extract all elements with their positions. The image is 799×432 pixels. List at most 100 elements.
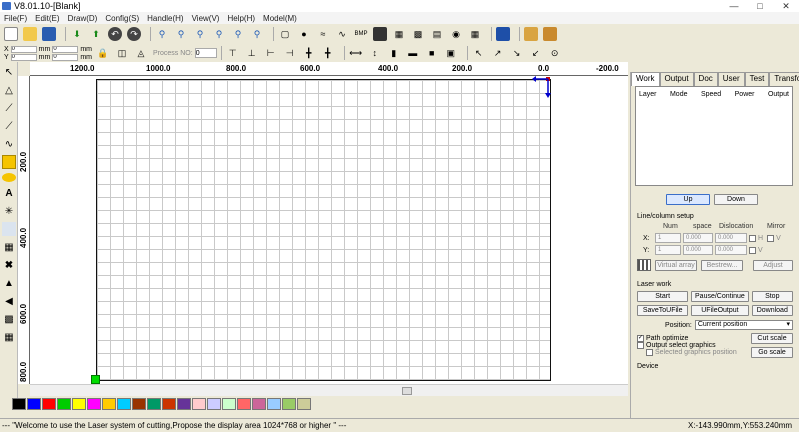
palette-swatch[interactable] [147,398,161,410]
node-tool-icon[interactable]: △ [2,83,16,97]
curve-icon[interactable]: ∿ [335,27,349,41]
cut-path-icon[interactable]: ▤ [430,27,444,41]
tab-doc[interactable]: Doc [693,72,718,86]
same-height-icon[interactable]: ▬ [406,46,420,60]
center-h-icon[interactable]: ╋ [302,46,316,60]
offset-icon[interactable]: ▩ [411,27,425,41]
palette-swatch[interactable] [222,398,236,410]
layer-table[interactable]: Layer Mode Speed Power Output [635,86,793,186]
image-tool-icon[interactable] [2,222,16,236]
model-edit-icon[interactable] [543,27,557,41]
down-button[interactable]: Down [714,194,758,205]
polyline-tool-icon[interactable]: ⟋ [2,119,16,133]
palette-swatch[interactable] [297,398,311,410]
model-library-icon[interactable] [524,27,538,41]
same-size-icon[interactable]: ■ [425,46,439,60]
space-v-icon[interactable]: ↕ [368,46,382,60]
arrow-bottom-left-icon[interactable]: ↙ [529,46,543,60]
point-tool-icon[interactable]: ✳ [2,204,16,218]
palette-swatch[interactable] [27,398,41,410]
x-space-field[interactable]: 0.000 [683,233,713,243]
palette-swatch[interactable] [162,398,176,410]
work-area[interactable] [96,79,551,381]
align-right-icon[interactable]: ⊣ [283,46,297,60]
menu-view[interactable]: View(V) [188,14,224,23]
zoom-page-icon[interactable]: ⚲ [212,27,226,41]
output-select-checkbox[interactable] [637,342,644,349]
zoom-all-icon[interactable]: ⚲ [250,27,264,41]
array-tool-icon[interactable]: ▦ [2,330,16,344]
fill-icon[interactable] [373,27,387,41]
menu-file[interactable]: File(F) [0,14,31,23]
zoom-in-icon[interactable]: ⚲ [155,27,169,41]
array-icon[interactable]: ▦ [392,27,406,41]
mirror-horizontal-icon[interactable]: ◫ [115,46,129,60]
text-tool-icon[interactable]: A [2,186,16,200]
smooth-icon[interactable]: ≈ [316,27,330,41]
start-button[interactable]: Start [637,291,689,302]
process-no-input[interactable] [194,48,217,58]
curve-tool-icon[interactable]: ∿ [2,137,16,151]
open-folder-icon[interactable] [23,27,37,41]
save-to-ufile-button[interactable]: SaveToUFile [637,305,689,316]
palette-swatch[interactable] [42,398,56,410]
ellipse-tool-icon[interactable] [2,173,16,182]
zoom-select-icon[interactable]: ⚲ [231,27,245,41]
palette-swatch[interactable] [192,398,206,410]
tab-output[interactable]: Output [659,72,694,86]
mirror-h-checkbox[interactable] [749,234,756,242]
rotate-tool-icon[interactable]: ◀ [2,294,16,308]
palette-swatch[interactable] [57,398,71,410]
bitmap-icon[interactable]: BMP [354,27,368,41]
menu-draw[interactable]: Draw(D) [64,14,102,23]
layer-tool-icon[interactable]: ▩ [2,312,16,326]
mirror-v-checkbox[interactable] [749,246,756,254]
menu-model[interactable]: Model(M) [259,14,301,23]
menu-config[interactable]: Config(S) [101,14,143,23]
arrow-top-left-icon[interactable]: ↖ [472,46,486,60]
group-icon[interactable]: ▣ [444,46,458,60]
menu-handle[interactable]: Handle(H) [143,14,187,23]
mirror-vertical-icon[interactable]: ◬ [134,46,148,60]
undo-icon[interactable]: ↶ [108,27,122,41]
palette-swatch[interactable] [252,398,266,410]
selected-position-checkbox[interactable] [646,349,653,356]
palette-swatch[interactable] [282,398,296,410]
line-tool-icon[interactable]: ⟋ [2,101,16,115]
y-coordinate-input[interactable] [10,53,37,61]
arrow-top-right-icon[interactable]: ↗ [491,46,505,60]
redo-icon[interactable]: ↷ [127,27,141,41]
y-num-field[interactable]: 1 [655,245,681,255]
horizontal-scrollbar[interactable] [30,384,628,396]
width-input[interactable] [52,45,79,53]
palette-swatch[interactable] [87,398,101,410]
laser-head-icon[interactable]: ◉ [449,27,463,41]
arrow-bottom-right-icon[interactable]: ↘ [510,46,524,60]
palette-swatch[interactable] [237,398,251,410]
select-tool-icon[interactable]: ↖ [2,65,16,79]
select-rect-icon[interactable]: ▢ [278,27,292,41]
align-top-icon[interactable]: ⊤ [226,46,240,60]
y-dislocation-field[interactable]: 0.000 [715,245,747,255]
export-icon[interactable]: ⬆ [89,27,103,41]
rectangle-tool-icon[interactable] [2,155,16,169]
tab-test[interactable]: Test [744,72,770,86]
align-left-icon[interactable]: ⊢ [264,46,278,60]
grid-icon[interactable]: ▦ [468,27,482,41]
tab-transform[interactable]: Transform [769,72,799,86]
drawing-canvas[interactable] [30,76,628,384]
download-button[interactable]: Download [751,305,793,316]
delete-tool-icon[interactable]: ✖ [2,258,16,272]
height-input[interactable] [52,53,79,61]
y-space-field[interactable]: 0.000 [683,245,713,255]
path-optimize-checkbox[interactable]: ✓ [637,335,644,342]
mirror-tool-icon[interactable]: ▲ [2,276,16,290]
virtual-array-button[interactable]: Virtual array [655,259,697,271]
up-button[interactable]: Up [666,194,710,205]
palette-swatch[interactable] [177,398,191,410]
menu-help[interactable]: Help(H) [223,14,259,23]
bestrew-button[interactable]: Bestrew... [701,259,743,271]
tab-user[interactable]: User [717,72,745,86]
align-bottom-icon[interactable]: ⊥ [245,46,259,60]
array-grid-icon[interactable] [637,259,651,271]
